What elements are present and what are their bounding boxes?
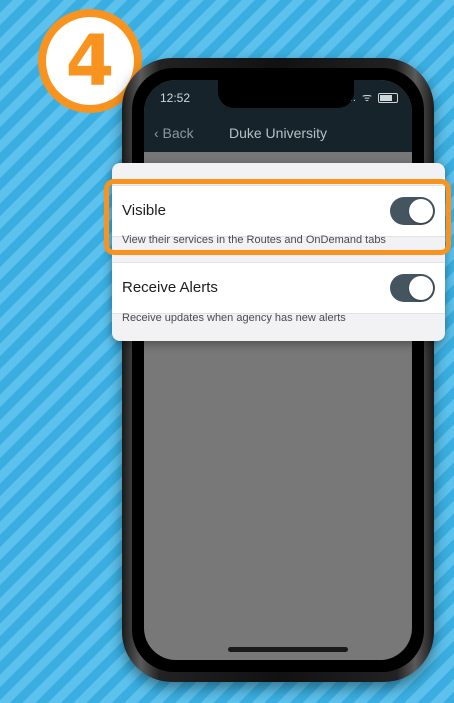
receive-alerts-setting-row: Receive Alerts: [112, 262, 445, 314]
step-number: 4: [65, 20, 115, 102]
nav-title: Duke University: [228, 125, 328, 141]
status-bar: 12:52 .... ᯤ: [144, 80, 412, 116]
visible-setting-highlight: [104, 179, 451, 255]
navigation-bar: ‹ Back Duke University: [144, 116, 412, 152]
receive-alerts-toggle[interactable]: [390, 274, 435, 302]
phone-bezel: 12:52 .... ᯤ ‹ Back Duke University: [132, 68, 424, 672]
receive-alerts-toggle-knob: [409, 276, 433, 300]
status-time: 12:52: [160, 91, 191, 105]
receive-alerts-label: Receive Alerts: [122, 279, 218, 296]
phone-notch: [218, 80, 354, 108]
receive-alerts-description: Receive updates when agency has new aler…: [122, 312, 346, 324]
home-indicator: [228, 647, 348, 652]
phone-frame: 12:52 .... ᯤ ‹ Back Duke University: [122, 58, 434, 682]
battery-icon: [378, 92, 398, 103]
wifi-icon: ᯤ: [361, 92, 372, 104]
